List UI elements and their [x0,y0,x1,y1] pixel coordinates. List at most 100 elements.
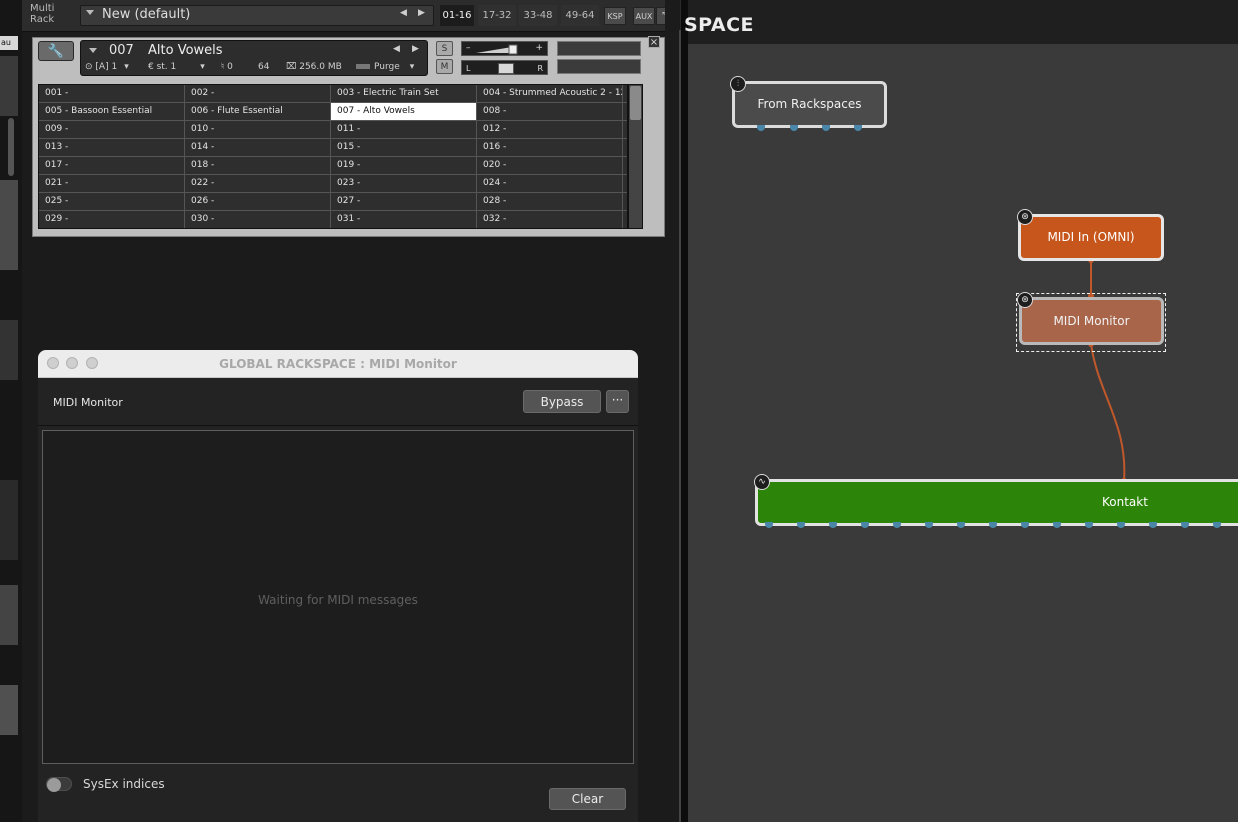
slot-cell[interactable]: 024 - [477,175,623,192]
toggle-knob[interactable] [47,778,61,792]
slot-cell[interactable]: 015 - [331,139,477,156]
input-pin[interactable] [765,522,773,528]
input-pin[interactable] [797,522,805,528]
input-pin[interactable] [893,522,901,528]
slot-cell[interactable]: 023 - [331,175,477,192]
sliders-icon[interactable]: ⫶ [730,76,746,92]
instrument-number: 007 [109,43,134,58]
node-midi-monitor[interactable]: MIDI Monitor [1019,297,1164,345]
ksp-button[interactable]: KSP [604,7,626,25]
strip-scrollbar[interactable] [8,118,14,176]
slot-cell[interactable]: 022 - [185,175,331,192]
slot-cell[interactable]: 028 - [477,193,623,210]
next-instrument-icon[interactable]: ▶ [412,44,419,54]
rack-name: New (default) [102,7,191,22]
slot-cell[interactable]: 021 - [39,175,185,192]
close-icon[interactable]: × [648,36,660,48]
strip-tab[interactable]: au [0,36,18,50]
chevron-down-icon: ▾ [409,62,415,72]
slot-cell[interactable]: 027 - [331,193,477,210]
slot-cell[interactable]: 010 - [185,121,331,138]
node-from-rackspaces[interactable]: From Rackspaces [732,81,887,128]
dropdown-arrow-icon[interactable] [86,10,94,15]
max-voices-value[interactable]: 64 [258,61,269,74]
slot-scroll-thumb[interactable] [630,86,641,120]
slot-cell[interactable]: 016 - [477,139,623,156]
midi-channel-selector[interactable]: € st. 1 ▾ [148,61,214,74]
plugin-name: MIDI Monitor [53,396,123,409]
aux-button[interactable]: AUX [633,7,655,25]
input-pin[interactable] [1021,522,1029,528]
tab-49-64[interactable]: 49-64 [561,5,599,26]
input-pin[interactable] [861,522,869,528]
tab-01-16[interactable]: 01-16 [440,5,474,26]
waveform-icon[interactable]: ∿ [754,474,770,490]
wrench-icon[interactable]: 🔧 [38,41,74,61]
midi-port-icon[interactable]: ⊛ [1017,209,1033,225]
slot-cell[interactable]: 004 - Strummed Acoustic 2 - 12 [477,85,623,102]
solo-button[interactable]: S [436,41,453,56]
slot-cell[interactable]: 029 - [39,211,185,228]
slot-cell[interactable]: 013 - [39,139,185,156]
slot-cell[interactable]: 002 - [185,85,331,102]
slot-cell[interactable]: 009 - [39,121,185,138]
tab-17-32[interactable]: 17-32 [478,5,516,26]
slot-cell[interactable]: 007 - Alto Vowels [331,103,477,120]
slot-cell[interactable]: 017 - [39,157,185,174]
output-selector[interactable]: ⊙ [A] 1 ▾ [85,61,140,74]
prev-instrument-icon[interactable]: ◀ [393,44,400,54]
node-midi-in[interactable]: MIDI In (OMNI) [1018,214,1164,261]
next-arrow-icon[interactable]: ▶ [418,8,425,18]
input-pin[interactable] [957,522,965,528]
memory-value: ⌧ 256.0 MB [286,61,342,74]
slot-cell[interactable]: 008 - [477,103,623,120]
panel-divider[interactable] [681,0,688,822]
more-options-button[interactable]: ··· [606,390,629,413]
input-pin[interactable] [1213,522,1221,528]
strip-thumbnail [0,585,18,645]
slot-cell[interactable]: 014 - [185,139,331,156]
input-pin[interactable] [829,522,837,528]
slot-cell[interactable]: 032 - [477,211,623,228]
midi-port-icon[interactable]: ⊛ [1017,292,1033,308]
clear-button[interactable]: Clear [549,788,626,810]
slot-cell[interactable]: 030 - [185,211,331,228]
input-pin[interactable] [1085,522,1093,528]
slot-row: 005 - Bassoon Essential 006 - Flute Essen… [39,103,627,121]
collapse-triangle-icon[interactable] [89,48,97,53]
slot-cell[interactable]: 012 - [477,121,623,138]
pan-slider[interactable]: L R [461,60,548,75]
slot-cell[interactable]: 001 - [39,85,185,102]
purge-menu[interactable]: Purge ▾ [356,61,423,74]
input-pin[interactable] [1149,522,1157,528]
strip-thumbnail [0,685,18,735]
slot-cell[interactable]: 026 - [185,193,331,210]
input-pin[interactable] [1117,522,1125,528]
prev-arrow-icon[interactable]: ◀ [400,8,407,18]
input-pin[interactable] [1053,522,1061,528]
input-pin[interactable] [989,522,997,528]
instrument-name[interactable]: Alto Vowels [148,43,223,58]
slot-cell[interactable]: 019 - [331,157,477,174]
slot-cell[interactable]: 025 - [39,193,185,210]
slot-cell[interactable]: 011 - [331,121,477,138]
node-label: From Rackspaces [757,97,862,111]
slot-cell[interactable]: 031 - [331,211,477,228]
slot-cell[interactable]: 020 - [477,157,623,174]
tab-33-48[interactable]: 33-48 [519,5,557,26]
slot-cell[interactable]: 003 - Electric Train Set [331,85,477,102]
node-kontakt[interactable]: Kontakt [755,479,1238,526]
volume-slider[interactable]: – + [461,41,548,56]
chevron-down-icon: ▾ [200,62,205,72]
pan-knob[interactable] [498,63,514,74]
pan-right: R [537,64,543,73]
window-title: GLOBAL RACKSPACE : MIDI Monitor [219,357,457,371]
slot-cell[interactable]: 005 - Bassoon Essential [39,103,185,120]
input-pin[interactable] [1181,522,1189,528]
bypass-button[interactable]: Bypass [523,390,601,413]
mute-button[interactable]: M [436,59,453,74]
input-pin[interactable] [925,522,933,528]
slot-cell[interactable]: 018 - [185,157,331,174]
slot-cell[interactable]: 006 - Flute Essential [185,103,331,120]
voices-value: ♮ 0 [221,62,233,72]
